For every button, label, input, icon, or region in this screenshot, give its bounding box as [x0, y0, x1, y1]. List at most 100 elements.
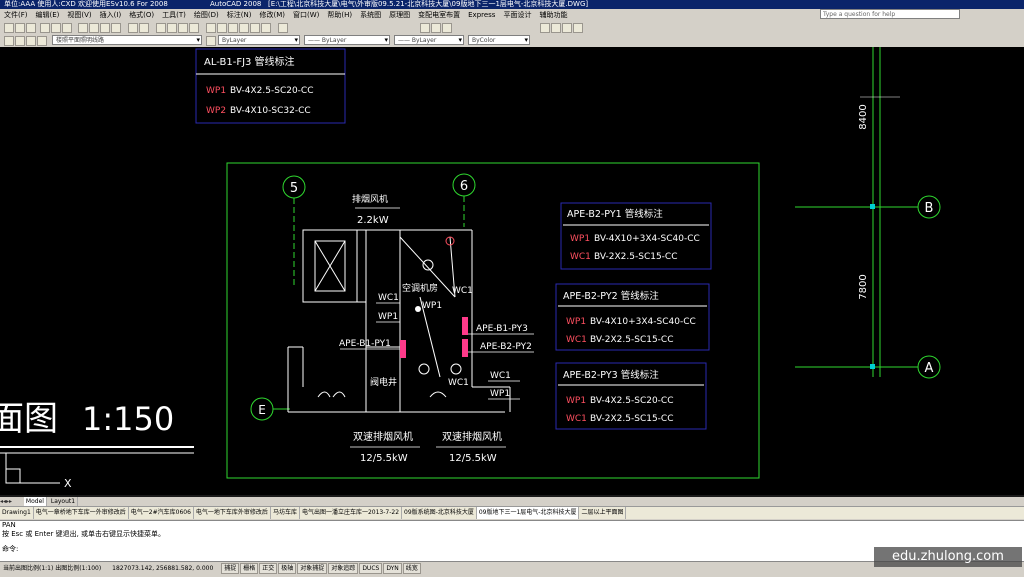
zoom-window-icon[interactable] — [178, 23, 188, 33]
layer-tool-4-icon[interactable] — [573, 23, 583, 33]
cut-icon[interactable] — [78, 23, 88, 33]
file-tab[interactable]: 电气一地下车库外审修改后 — [194, 507, 271, 519]
layers-toolbar: 楼照平面照明线路 ByLayer —— ByLayer —— ByLayer B… — [0, 34, 1024, 48]
menu-dimension[interactable]: 标注(N) — [223, 9, 256, 21]
open-file-icon[interactable] — [15, 23, 25, 33]
help-search-input[interactable]: Type a question for help — [820, 9, 960, 19]
file-tab[interactable]: 电气一章桥地下车库一外审修改后 — [34, 507, 129, 519]
zoom-previous-icon[interactable] — [189, 23, 199, 33]
color-dropdown[interactable]: ByLayer — [218, 35, 300, 45]
ducs-toggle[interactable]: DUCS — [359, 563, 383, 574]
markup-icon[interactable] — [250, 23, 260, 33]
layer-freeze-icon[interactable] — [37, 36, 47, 46]
preview-icon[interactable] — [51, 23, 61, 33]
undo-icon[interactable] — [128, 23, 138, 33]
title-file-path: [E:\工程\北京科技大厦\电气\外审版09.5.21-北京科技大厦\09版地下… — [268, 0, 589, 8]
title-user-info: 单位:AAA 使用人:CXD 欢迎使用ESv10.6 For 2008 — [4, 0, 168, 8]
quickcalc-icon[interactable] — [261, 23, 271, 33]
publish-icon[interactable] — [62, 23, 72, 33]
command-window[interactable]: PAN 按 Esc 或 Enter 键退出, 或单击右键显示快捷菜单。 命令: — [0, 520, 1024, 561]
polar-toggle[interactable]: 极轴 — [278, 563, 297, 574]
layer-tool-3-icon[interactable] — [562, 23, 572, 33]
layer-state-icon[interactable] — [15, 36, 25, 46]
make-current-icon[interactable] — [206, 36, 216, 46]
axis-grid-5: 5 — [282, 175, 306, 287]
layer-on-icon[interactable] — [26, 36, 36, 46]
help-icon[interactable] — [278, 23, 288, 33]
dyn-toggle[interactable]: DYN — [383, 563, 402, 574]
text-style-icon[interactable] — [420, 23, 430, 33]
design-center-icon[interactable] — [217, 23, 227, 33]
file-tab[interactable]: 电气一2#汽车库0606 — [129, 507, 194, 519]
menu-schematic[interactable]: 原理图 — [385, 9, 414, 21]
copy-icon[interactable] — [89, 23, 99, 33]
properties-icon[interactable] — [206, 23, 216, 33]
tab-scroll-icon[interactable]: ◂◂▸▸ — [0, 497, 22, 506]
layer-dropdown[interactable]: 楼照平面照明线路 — [52, 35, 202, 45]
menu-plan-design[interactable]: 平面设计 — [499, 9, 535, 21]
layer-manager-icon[interactable] — [4, 36, 14, 46]
file-tab[interactable]: 二层以上平面图 — [579, 507, 627, 519]
save-icon[interactable] — [26, 23, 36, 33]
file-tab[interactable]: 电气出图一潘立庄车库一2013-7-22 — [300, 507, 403, 519]
menu-tools[interactable]: 工具(T) — [158, 9, 190, 21]
menu-edit[interactable]: 编辑(E) — [32, 9, 64, 21]
layer-tool-1-icon[interactable] — [540, 23, 550, 33]
dim-style-icon[interactable] — [431, 23, 441, 33]
menu-system-diagram[interactable]: 系统图 — [356, 9, 385, 21]
match-properties-icon[interactable] — [111, 23, 121, 33]
fj3-row2-spec: BV-4X10-SC32-CC — [230, 106, 311, 116]
redo-icon[interactable] — [139, 23, 149, 33]
menu-file[interactable]: 文件(F) — [0, 9, 32, 21]
linetype-dropdown[interactable]: —— ByLayer — [304, 35, 390, 45]
menu-window[interactable]: 窗口(W) — [289, 9, 323, 21]
dual-fan-2-power: 12/5.5kW — [449, 453, 497, 464]
label-wc1-c: WC1 — [448, 378, 469, 388]
plotstyle-dropdown[interactable]: ByColor — [468, 35, 530, 45]
file-tab-active[interactable]: 09版地下三一1层电气-北京科技大厦 — [476, 507, 580, 519]
menu-insert[interactable]: 插入(I) — [96, 9, 126, 21]
file-tab[interactable]: 马坊车库 — [271, 507, 300, 519]
tool-palettes-icon[interactable] — [228, 23, 238, 33]
menu-modify[interactable]: 修改(M) — [255, 9, 289, 21]
label-wp1-d: WP1 — [490, 389, 510, 399]
grid-toggle[interactable]: 栅格 — [240, 563, 259, 574]
file-tab[interactable]: Drawing1 — [0, 507, 34, 519]
zoom-realtime-icon[interactable] — [167, 23, 177, 33]
ortho-toggle[interactable]: 正交 — [259, 563, 278, 574]
drawing-canvas[interactable]: AL-B1-FJ3 管线标注 WP1 BV-4X2.5-SC20-CC WP2 … — [0, 47, 1024, 497]
py1-row2-spec: BV-2X2.5-SC15-CC — [594, 252, 678, 262]
building-plan — [287, 229, 511, 413]
table-style-icon[interactable] — [442, 23, 452, 33]
tab-layout1[interactable]: Layout1 — [49, 497, 79, 506]
py3-row2-code: WC1 — [566, 414, 587, 424]
tab-model[interactable]: Model — [23, 497, 47, 506]
osnap-toggle[interactable]: 对象捕捉 — [297, 563, 328, 574]
paste-icon[interactable] — [100, 23, 110, 33]
layer-tool-2-icon[interactable] — [551, 23, 561, 33]
fj3-legend: AL-B1-FJ3 管线标注 WP1 BV-4X2.5-SC20-CC WP2 … — [195, 48, 346, 124]
print-icon[interactable] — [40, 23, 50, 33]
new-file-icon[interactable] — [4, 23, 14, 33]
lineweight-dropdown[interactable]: —— ByLayer — [394, 35, 464, 45]
title-bar: 单位:AAA 使用人:CXD 欢迎使用ESv10.6 For 2008 Auto… — [0, 0, 1024, 9]
fj3-row1-spec: BV-4X2.5-SC20-CC — [230, 86, 314, 96]
coordinates-readout: 1827073.142, 256881.582, 0.000 — [112, 565, 214, 572]
dual-fan-1: 双速排烟风机 — [353, 430, 413, 443]
sheet-set-icon[interactable] — [239, 23, 249, 33]
snap-toggle[interactable]: 捕捉 — [221, 563, 240, 574]
command-prompt[interactable]: 命令: — [0, 545, 1024, 554]
label-py3: APE-B1-PY3 — [476, 324, 528, 334]
menu-draw[interactable]: 绘图(D) — [190, 9, 223, 21]
menu-help[interactable]: 帮助(H) — [323, 9, 356, 21]
file-tab[interactable]: 09版系统图-北京科技大厦 — [402, 507, 477, 519]
menu-view[interactable]: 视图(V) — [63, 9, 95, 21]
otrack-toggle[interactable]: 对象追踪 — [328, 563, 359, 574]
menu-format[interactable]: 格式(O) — [125, 9, 158, 21]
menu-aux[interactable]: 辅助功能 — [535, 9, 571, 21]
lineweight-toggle[interactable]: 线宽 — [402, 563, 421, 574]
pan-icon[interactable] — [156, 23, 166, 33]
room-pipe: 阀电井 — [370, 376, 397, 388]
menu-substation[interactable]: 变配电室布置 — [414, 9, 464, 21]
menu-express[interactable]: Express — [464, 9, 499, 21]
